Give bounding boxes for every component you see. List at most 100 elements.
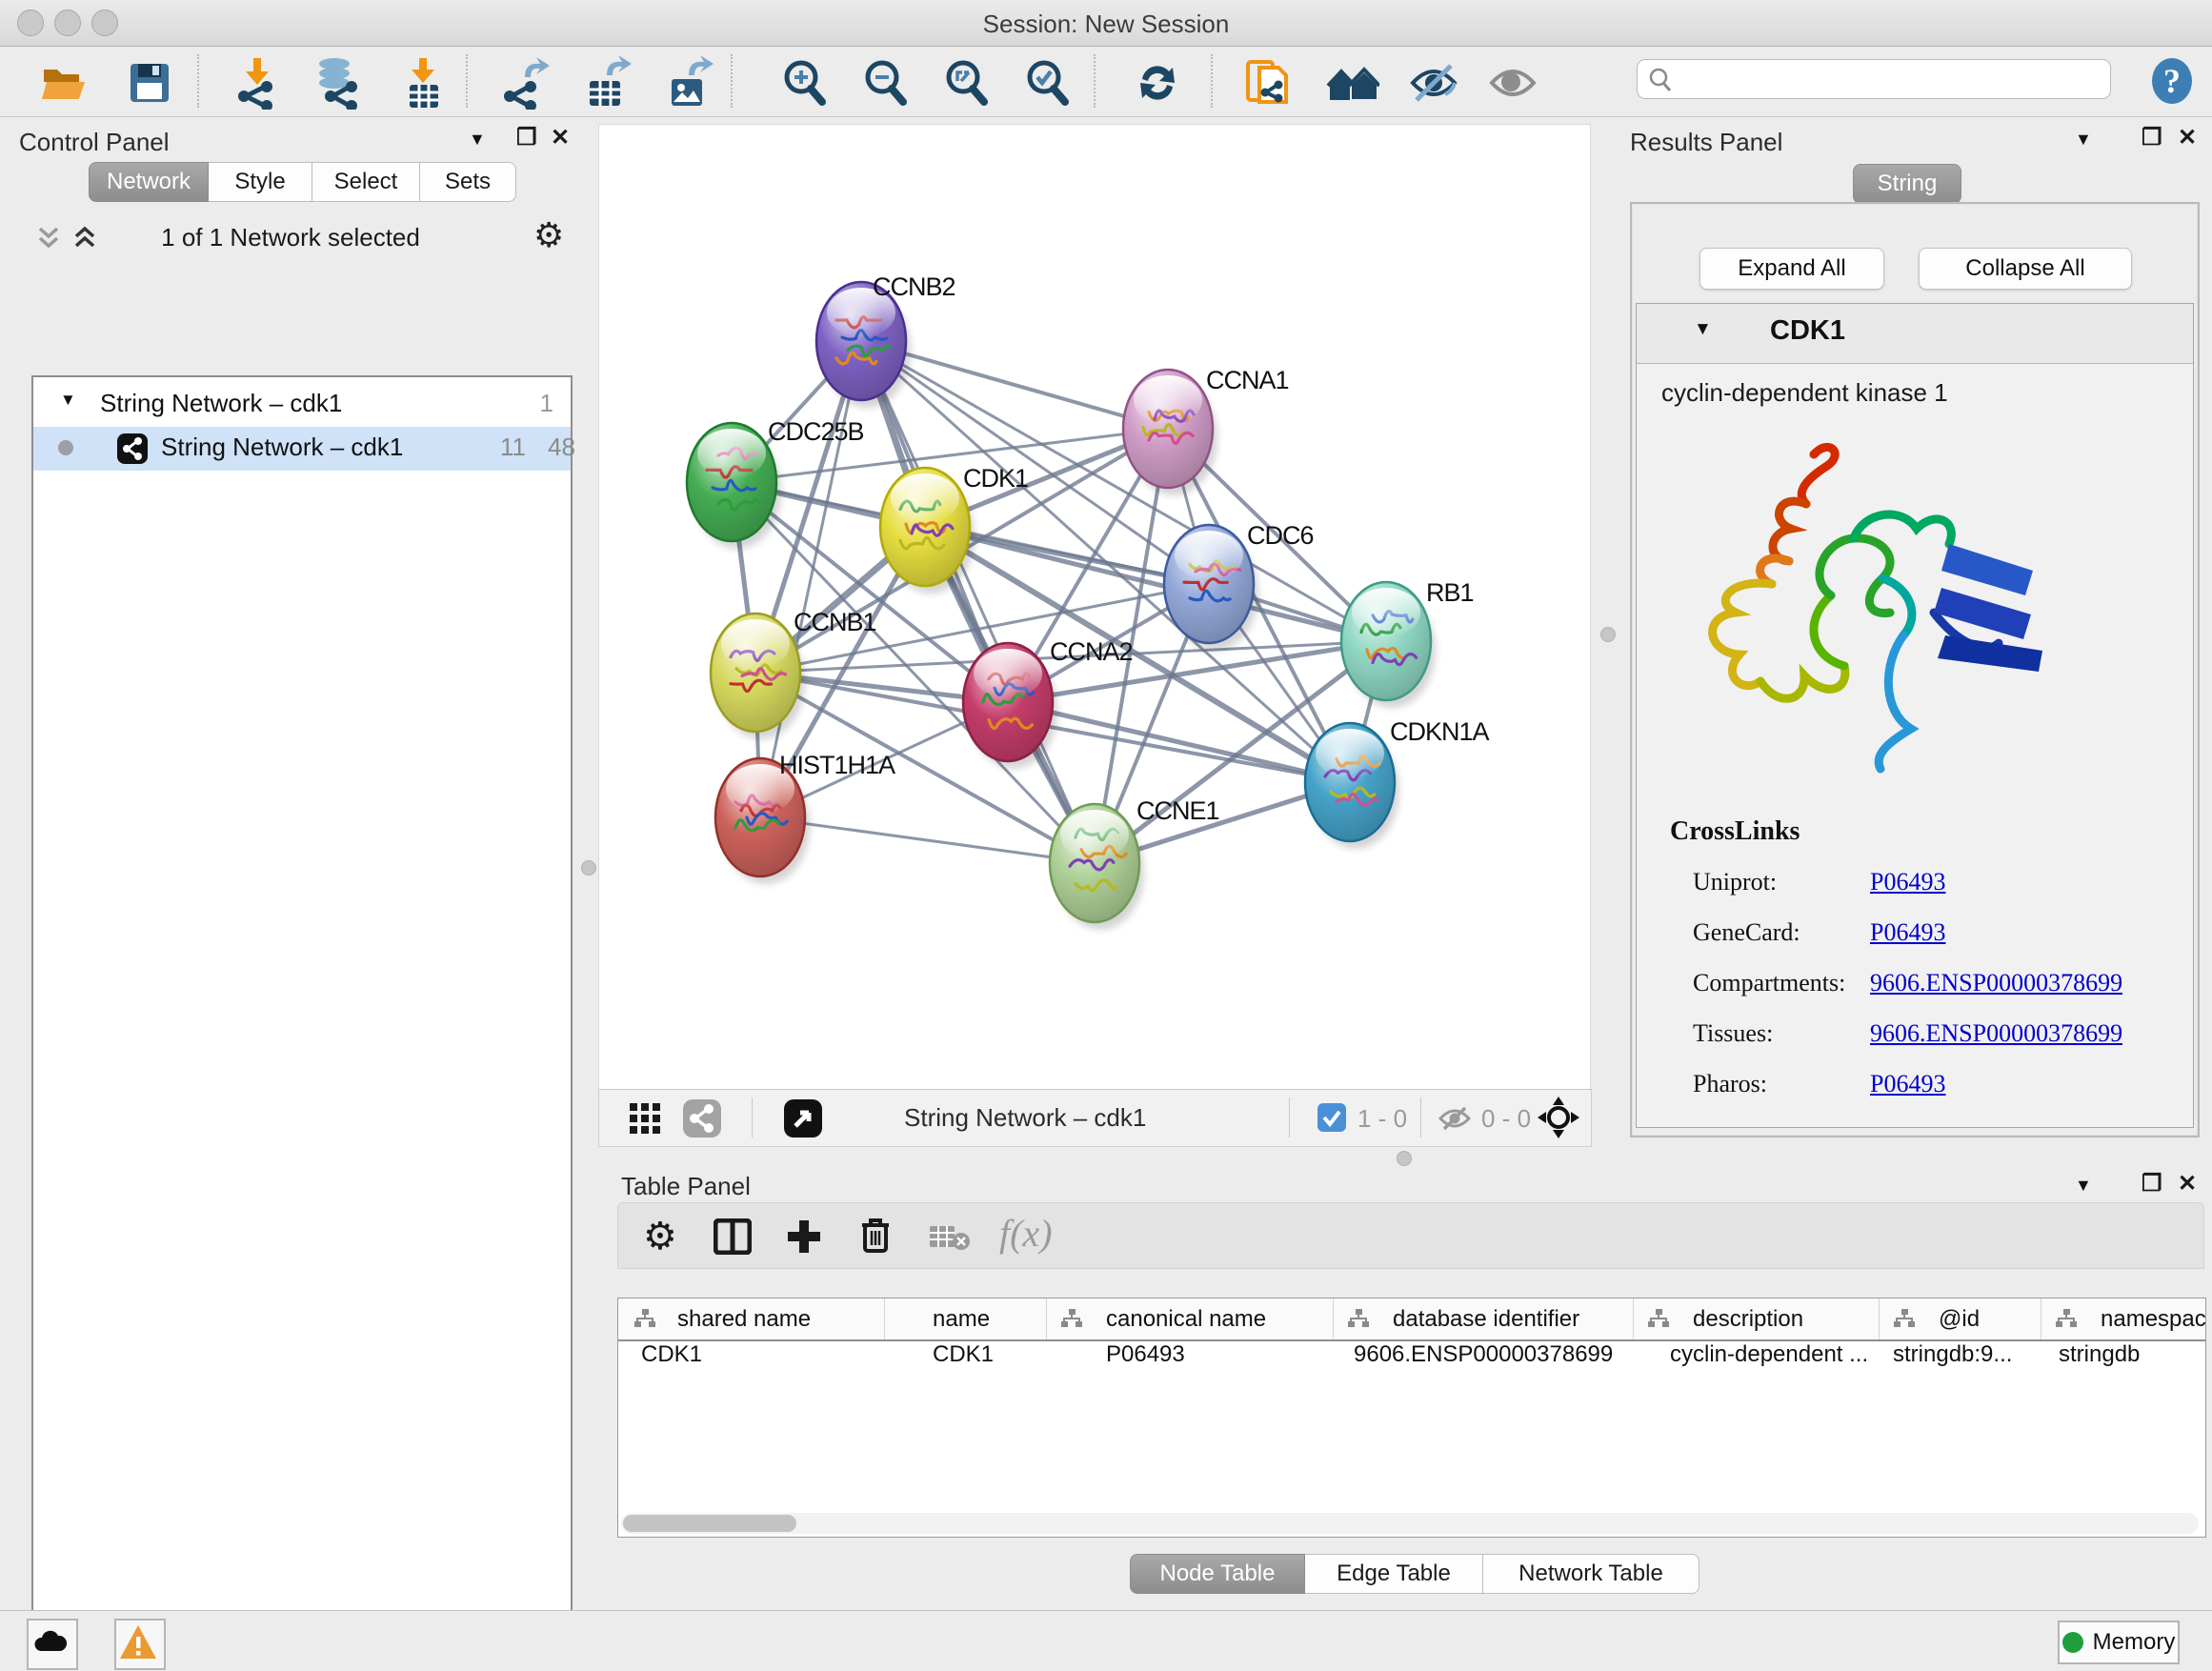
- cell-database-identifier[interactable]: 9606.ENSP00000378699: [1354, 1341, 1639, 1379]
- network-edge-CCNA2-CDKN1A[interactable]: [1008, 702, 1350, 782]
- zoom-fit-icon[interactable]: [940, 56, 994, 110]
- tab-network[interactable]: Network: [89, 162, 209, 202]
- warnings-button[interactable]: [114, 1619, 166, 1670]
- import-network-file-icon[interactable]: [231, 56, 284, 110]
- network-node-HIST1H1A[interactable]: HIST1H1A: [715, 751, 895, 884]
- vertical-splitter-handle[interactable]: [1600, 627, 1616, 642]
- import-table-file-icon[interactable]: [396, 56, 450, 110]
- selected-checkbox-icon[interactable]: [1317, 1103, 1346, 1132]
- control-panel-float-icon[interactable]: ❐: [516, 124, 537, 151]
- cell-namespace[interactable]: stringdb: [2059, 1341, 2202, 1379]
- network-node-RB1[interactable]: RB1: [1341, 578, 1474, 708]
- column-header-name[interactable]: name: [885, 1299, 1047, 1339]
- results-panel-menu-icon[interactable]: ▼: [2075, 130, 2092, 150]
- show-all-icon[interactable]: [1486, 56, 1539, 110]
- cell-canonical-name[interactable]: P06493: [1106, 1341, 1325, 1379]
- network-row-selected[interactable]: String Network – cdk1 11 48: [33, 427, 571, 471]
- column-header-id[interactable]: @id: [1880, 1299, 2041, 1339]
- network-canvas[interactable]: CCNB2CCNA1CDC25BCDK1CDC6RB1CCNB1CCNA2CDK…: [598, 124, 1591, 1091]
- zoom-selected-icon[interactable]: [1021, 56, 1075, 110]
- warning-icon: [116, 1621, 160, 1664]
- help-icon[interactable]: ?: [2145, 54, 2199, 108]
- split-columns-icon[interactable]: [714, 1218, 752, 1255]
- scrollbar-thumb[interactable]: [623, 1515, 796, 1532]
- export-table-icon[interactable]: [580, 56, 633, 110]
- table-horizontal-scrollbar[interactable]: [621, 1513, 2199, 1534]
- crosslink-link[interactable]: P06493: [1870, 1070, 1945, 1098]
- network-view-toolbar: String Network – cdk1 1 - 0 0 - 0: [598, 1089, 1592, 1147]
- crosslink-link[interactable]: P06493: [1870, 868, 1945, 896]
- protein-card-header[interactable]: ▼ CDK1: [1637, 304, 2193, 364]
- open-session-icon[interactable]: [38, 56, 91, 110]
- main-toolbar: ?: [0, 47, 2212, 117]
- column-header-shared-name[interactable]: shared name: [618, 1299, 885, 1339]
- delete-column-icon[interactable]: [858, 1217, 893, 1255]
- grid-view-icon[interactable]: [628, 1101, 662, 1136]
- zoom-out-icon[interactable]: [859, 56, 913, 110]
- import-network-database-icon[interactable]: [312, 56, 365, 110]
- tab-string[interactable]: String: [1853, 164, 1961, 204]
- expand-all-button[interactable]: Expand All: [1699, 248, 1884, 290]
- control-panel-menu-icon[interactable]: ▼: [469, 130, 486, 150]
- table-panel-close-icon[interactable]: ✕: [2178, 1170, 2197, 1198]
- crosshair-pan-icon[interactable]: [1537, 1096, 1580, 1139]
- tab-select[interactable]: Select: [312, 162, 420, 202]
- results-panel-close-icon[interactable]: ✕: [2178, 124, 2197, 151]
- export-network-icon[interactable]: [498, 56, 552, 110]
- column-header-database-identifier[interactable]: database identifier: [1334, 1299, 1634, 1339]
- tab-sets[interactable]: Sets: [420, 162, 516, 202]
- tab-edge-table[interactable]: Edge Table: [1305, 1554, 1483, 1594]
- birds-eye-view-icon[interactable]: [784, 1099, 822, 1137]
- table-tabs: Node Table Edge Table Network Table: [1130, 1554, 1699, 1594]
- column-header-canonical-name[interactable]: canonical name: [1047, 1299, 1334, 1339]
- refresh-icon[interactable]: [1131, 56, 1184, 110]
- vertical-splitter-handle[interactable]: [581, 860, 596, 876]
- cloud-status-button[interactable]: [27, 1619, 78, 1670]
- network-collection-row[interactable]: ▼ String Network – cdk1 1: [33, 383, 571, 427]
- first-neighbors-icon[interactable]: [1326, 56, 1379, 110]
- table-panel-float-icon[interactable]: ❐: [2142, 1170, 2162, 1198]
- duplicate-network-icon[interactable]: [1240, 56, 1294, 110]
- crosslink-link[interactable]: P06493: [1870, 918, 1945, 947]
- cell-description[interactable]: cyclin-dependent ...: [1670, 1341, 1889, 1379]
- column-header-description[interactable]: description: [1634, 1299, 1880, 1339]
- results-panel-float-icon[interactable]: ❐: [2142, 124, 2162, 151]
- collapse-section-icon[interactable]: ▼: [1694, 319, 1712, 340]
- network-node-CCNE1[interactable]: CCNE1: [1050, 796, 1219, 930]
- node-table: shared name name canonical name database…: [617, 1298, 2206, 1538]
- tab-style[interactable]: Style: [209, 162, 312, 202]
- tab-node-table[interactable]: Node Table: [1130, 1554, 1305, 1594]
- table-panel-menu-icon[interactable]: ▼: [2075, 1176, 2092, 1196]
- network-edge-CCNB2-CCNE1[interactable]: [861, 341, 1095, 863]
- network-edge-CDK1-RB1[interactable]: [925, 527, 1386, 641]
- node-label-CCNE1: CCNE1: [1136, 796, 1219, 825]
- network-edge-CCNB2-HIST1H1A[interactable]: [760, 341, 861, 817]
- zoom-in-icon[interactable]: [778, 56, 832, 110]
- search-input[interactable]: [1679, 62, 2102, 94]
- crosslink-link[interactable]: 9606.ENSP00000378699: [1870, 969, 2122, 997]
- hide-selected-icon[interactable]: [1407, 56, 1460, 110]
- network-node-CCNB1[interactable]: CCNB1: [711, 608, 876, 739]
- add-column-icon[interactable]: [786, 1218, 822, 1255]
- tab-network-table[interactable]: Network Table: [1483, 1554, 1699, 1594]
- cell-shared-name[interactable]: CDK1: [641, 1341, 879, 1379]
- column-type-icon: [1347, 1308, 1370, 1329]
- function-builder-icon: f(x): [999, 1211, 1053, 1256]
- column-header-namespace[interactable]: namespac: [2041, 1299, 2204, 1339]
- cell-id[interactable]: stringdb:9...: [1893, 1341, 2036, 1379]
- collection-expander-icon[interactable]: ▼: [60, 391, 76, 410]
- export-image-icon[interactable]: [662, 56, 715, 110]
- collapse-all-button[interactable]: Collapse All: [1919, 248, 2132, 290]
- table-gear-icon[interactable]: ⚙: [643, 1215, 677, 1258]
- cell-name[interactable]: CDK1: [933, 1341, 1066, 1379]
- crosslink-link[interactable]: 9606.ENSP00000378699: [1870, 1019, 2122, 1048]
- control-panel-close-icon[interactable]: ✕: [551, 124, 570, 151]
- network-edge-CCNE1-HIST1H1A[interactable]: [760, 817, 1095, 863]
- network-share-icon[interactable]: [683, 1099, 721, 1137]
- save-session-icon[interactable]: [123, 56, 176, 110]
- memory-button[interactable]: Memory: [2058, 1621, 2180, 1664]
- network-options-gear-icon[interactable]: ⚙: [533, 215, 564, 255]
- network-node-CCNA1[interactable]: CCNA1: [1123, 366, 1289, 495]
- network-node-CDKN1A[interactable]: CDKN1A: [1305, 717, 1490, 849]
- network-node-CCNB2[interactable]: CCNB2: [816, 272, 955, 408]
